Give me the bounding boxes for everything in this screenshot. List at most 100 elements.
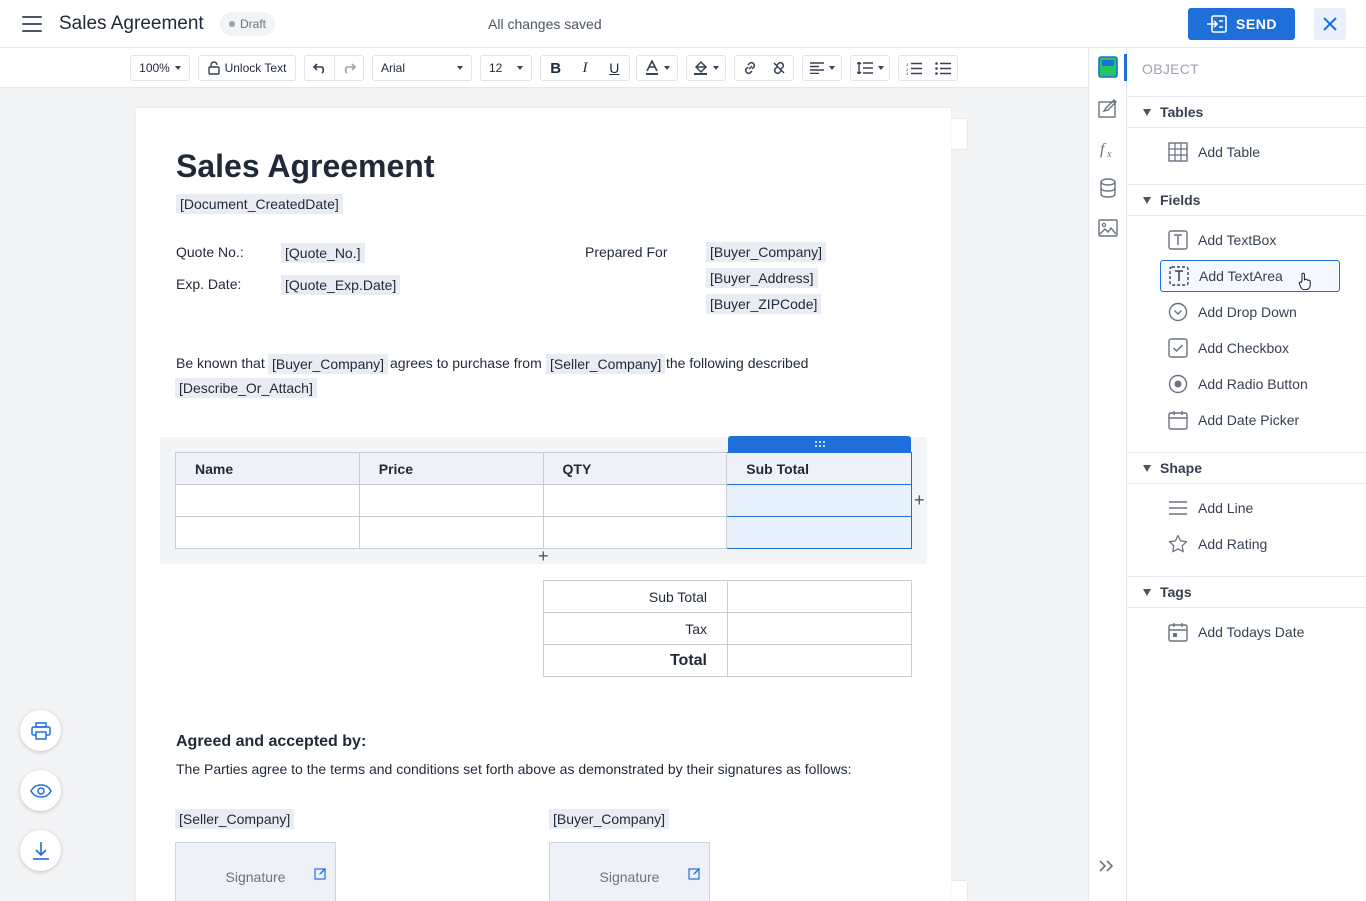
chevron-down-icon <box>174 66 181 70</box>
bullet-list-button[interactable] <box>928 56 957 80</box>
edit-icon <box>314 868 326 880</box>
column-header-name[interactable]: Name <box>175 452 360 485</box>
add-checkbox-button[interactable]: Add Checkbox <box>1160 332 1340 364</box>
ordered-list-button[interactable]: 123 <box>899 56 928 80</box>
insert-link-button[interactable] <box>735 56 764 80</box>
table-cell[interactable] <box>726 516 912 549</box>
table-cell[interactable] <box>358 484 544 517</box>
rail-tab-data[interactable] <box>1097 177 1119 199</box>
drag-grip-icon <box>814 441 825 447</box>
font-family-select[interactable]: Arial <box>372 55 472 81</box>
add-radio-button[interactable]: Add Radio Button <box>1160 368 1340 400</box>
add-textbox-label: Add TextBox <box>1198 232 1277 248</box>
section-fields[interactable]: Fields <box>1127 184 1366 216</box>
radio-icon <box>1168 374 1188 394</box>
section-shape[interactable]: Shape <box>1127 452 1366 484</box>
font-size-select[interactable]: 12 <box>480 55 532 81</box>
column-header-price[interactable]: Price <box>358 452 544 485</box>
line-spacing-select[interactable] <box>850 55 890 81</box>
bold-button[interactable]: B <box>541 56 570 80</box>
redo-button[interactable] <box>335 56 363 80</box>
table-cell[interactable] <box>726 484 912 517</box>
total-value[interactable] <box>727 644 912 677</box>
created-date-field[interactable]: [Document_CreatedDate] <box>176 194 343 214</box>
column-drag-handle[interactable] <box>728 436 911 452</box>
database-icon <box>1100 178 1116 198</box>
seller-signature-field[interactable]: Signature <box>175 842 336 901</box>
quote-no-field[interactable]: [Quote_No.] <box>281 243 365 263</box>
top-bar: Sales Agreement Draft All changes saved … <box>0 0 1366 48</box>
describe-field[interactable]: [Describe_Or_Attach] <box>175 378 317 398</box>
preview-button[interactable] <box>20 770 61 811</box>
add-rating-button[interactable]: Add Rating <box>1160 528 1340 560</box>
buyer-company-field[interactable]: [Buyer_Company] <box>706 242 827 262</box>
rail-tab-signature[interactable] <box>1097 98 1119 120</box>
line-items-table[interactable]: Name Price QTY Sub Total <box>175 452 912 549</box>
expand-panel-button[interactable] <box>1097 858 1115 879</box>
add-table-button[interactable]: Add Table <box>1160 136 1340 168</box>
subtotal-value[interactable] <box>727 580 912 613</box>
section-tables[interactable]: Tables <box>1127 96 1366 128</box>
italic-button[interactable]: I <box>570 56 599 80</box>
text-color-button[interactable] <box>636 55 678 81</box>
chevron-down-icon <box>457 66 463 70</box>
add-line-button[interactable]: Add Line <box>1160 492 1340 524</box>
add-dropdown-button[interactable]: Add Drop Down <box>1160 296 1340 328</box>
buyer-signature-field[interactable]: Signature <box>549 842 710 901</box>
add-todays-date-button[interactable]: Add Todays Date <box>1160 616 1340 648</box>
fill-color-icon <box>694 60 708 75</box>
eye-icon <box>29 783 52 798</box>
fill-color-button[interactable] <box>686 55 726 81</box>
buyer-address-field[interactable]: [Buyer_Address] <box>706 268 818 288</box>
bold-icon: B <box>550 59 562 77</box>
exp-date-field[interactable]: [Quote_Exp.Date] <box>281 275 401 295</box>
table-cell[interactable] <box>542 516 728 549</box>
document-heading[interactable]: Sales Agreement <box>176 148 434 185</box>
zoom-value: 100% <box>139 61 170 75</box>
align-select[interactable] <box>802 55 842 81</box>
ordered-list-icon: 123 <box>906 62 922 75</box>
column-header-qty[interactable]: QTY <box>542 452 728 485</box>
paragraph-buyer-field[interactable]: [Buyer_Company] <box>268 354 389 374</box>
undo-button[interactable] <box>305 56 334 80</box>
zoom-select[interactable]: 100% <box>130 55 190 81</box>
send-button[interactable]: SEND <box>1188 8 1295 40</box>
buyer-zip-field[interactable]: [Buyer_ZIPCode] <box>706 294 822 314</box>
paragraph-seller-field[interactable]: [Seller_Company] <box>546 354 666 374</box>
add-row-icon[interactable]: + <box>538 546 549 567</box>
link-icon <box>744 61 755 75</box>
table-cell[interactable] <box>358 516 544 549</box>
signature-label: Signature <box>225 869 286 885</box>
table-cell[interactable] <box>542 484 728 517</box>
history-group <box>304 55 364 81</box>
add-textbox-button[interactable]: Add TextBox <box>1160 224 1340 256</box>
font-size-value: 12 <box>489 61 503 75</box>
rail-tab-image[interactable] <box>1097 217 1119 239</box>
section-tags[interactable]: Tags <box>1127 576 1366 608</box>
add-textarea-label: Add TextArea <box>1199 268 1283 284</box>
column-header-subtotal[interactable]: Sub Total <box>726 452 912 485</box>
seller-company-field[interactable]: [Seller_Company] <box>175 809 295 829</box>
download-button[interactable] <box>20 830 61 871</box>
remove-link-button[interactable] <box>764 56 793 80</box>
table-header-row: Name Price QTY Sub Total <box>175 452 912 485</box>
add-datepicker-button[interactable]: Add Date Picker <box>1160 404 1340 436</box>
print-button[interactable] <box>20 710 61 751</box>
document-page: Sales Agreement [Document_CreatedDate] Q… <box>136 108 951 901</box>
chevron-down-icon <box>663 66 670 70</box>
table-cell[interactable] <box>175 484 360 517</box>
add-column-icon[interactable]: + <box>914 490 925 511</box>
menu-icon[interactable] <box>22 16 42 32</box>
buyer-company-sig-field[interactable]: [Buyer_Company] <box>549 809 670 829</box>
close-button[interactable] <box>1314 8 1346 40</box>
cursor-hand-icon <box>1298 272 1311 290</box>
unlock-text-button[interactable]: Unlock Text <box>198 55 296 81</box>
tax-value[interactable] <box>727 612 912 645</box>
send-icon <box>1207 15 1227 33</box>
rail-tab-formula[interactable]: fx <box>1097 138 1119 160</box>
totals-table[interactable]: Sub Total Tax Total <box>543 580 912 677</box>
add-textarea-button[interactable]: Add TextArea <box>1160 260 1340 292</box>
table-cell[interactable] <box>175 516 360 549</box>
underline-button[interactable]: U <box>600 56 629 80</box>
rail-tab-object[interactable] <box>1097 56 1119 78</box>
